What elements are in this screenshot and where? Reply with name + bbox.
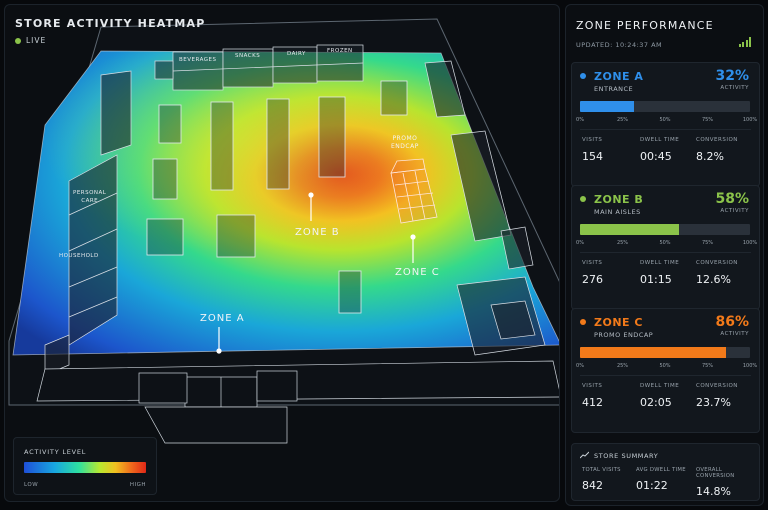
zone-b-subtitle: MAIN AISLES (594, 208, 641, 216)
zone-c-activity-percent: 86% (715, 314, 749, 330)
legend-high-label: HIGH (129, 482, 146, 488)
bar-tick-label: 50% (659, 240, 671, 246)
shelf-label-household: HOUSEHOLD (59, 253, 99, 259)
zone-b-metric-dwell-time: DWELL TIME 01:15 (640, 260, 680, 286)
legend-low-label: LOW (24, 482, 39, 488)
zone-b-activity-bar-fill (580, 224, 679, 235)
zone-a-metric-dwell-time: DWELL TIME 00:45 (640, 137, 680, 163)
signal-strength-icon (738, 37, 751, 47)
live-dot-icon (15, 37, 21, 44)
summary-avg-dwell: AVG DWELL TIME 01:22 (636, 467, 686, 492)
zone-b-card[interactable]: ZONE B MAIN AISLES 58% ACTIVITY 0% 25% 50% 75% 1… (571, 185, 760, 310)
zone-b-activity-label: ACTIVITY (720, 208, 749, 214)
card-divider (580, 252, 751, 253)
zone-b-name: ZONE B (594, 193, 644, 206)
bar-tick-label: 0% (576, 117, 584, 123)
legend-gradient-bar (24, 462, 146, 473)
zone-b-activity-bar (580, 224, 750, 235)
zone-c-name: ZONE C (594, 316, 643, 329)
live-indicator: LIVE (15, 36, 46, 45)
bar-tick-label: 50% (659, 363, 671, 369)
heatmap-title: STORE ACTIVITY HEATMAP (15, 17, 206, 30)
zone-b-metric-visits: VISITS 276 (582, 260, 603, 286)
shelf-label-beverages: BEVERAGES (179, 57, 217, 63)
summary-total-visits: TOTAL VISITS 842 (582, 467, 621, 492)
zone-c-subtitle: PROMO ENDCAP (594, 331, 654, 339)
card-divider (580, 375, 751, 376)
promo-endcap-label: PROMO ENDCAP (391, 135, 419, 150)
zone-a-activity-bar (580, 101, 750, 112)
zone-b-label[interactable]: ZONE B (295, 227, 340, 238)
bar-tick-label: 100% (742, 240, 758, 246)
zone-c-label[interactable]: ZONE C (395, 267, 440, 278)
bar-tick-label: 75% (701, 117, 714, 123)
zone-b-dot-icon (580, 196, 586, 202)
bar-tick-label: 25% (616, 363, 629, 369)
zone-a-label[interactable]: ZONE A (200, 313, 245, 324)
zone-a-activity-bar-fill (580, 101, 635, 112)
zone-c-metric-dwell-time: DWELL TIME 02:05 (640, 383, 680, 409)
bar-tick-label: 50% (659, 117, 671, 123)
zone-performance-panel: ZONE PERFORMANCE UPDATED: 10:24:37 AM ZO… (565, 4, 764, 506)
zone-c-dot-icon (580, 319, 586, 325)
shelf-label-snacks: SNACKS (235, 53, 261, 59)
zone-c-activity-bar-fill (580, 347, 727, 358)
card-divider (580, 129, 751, 130)
zone-c-bar-ticks: 0% 25% 50% 75% 100% (576, 363, 757, 371)
updated-timestamp: UPDATED: 10:24:37 AM (576, 41, 663, 49)
bar-tick-label: 25% (616, 240, 629, 246)
zone-a-card[interactable]: ZONE A ENTRANCE 32% ACTIVITY 0% 25% 50% 75% 100%… (571, 62, 760, 187)
zone-a-activity-label: ACTIVITY (720, 85, 749, 91)
shelf-label-frozen: FROZEN (327, 48, 353, 54)
zone-c-metric-conversion: CONVERSION 23.7% (696, 383, 738, 409)
panel-title: ZONE PERFORMANCE (576, 19, 714, 32)
activity-legend: ACTIVITY LEVEL LOW HIGH (13, 437, 157, 495)
bar-tick-label: 100% (742, 363, 758, 369)
zone-a-bar-ticks: 0% 25% 50% 75% 100% (576, 117, 757, 125)
zone-c-metric-visits: VISITS 412 (582, 383, 603, 409)
zone-a-activity-percent: 32% (715, 68, 749, 84)
zone-a-metric-conversion: CONVERSION 8.2% (696, 137, 738, 163)
zone-c-card[interactable]: ZONE C PROMO ENDCAP 86% ACTIVITY 0% 25% 50% 75%… (571, 308, 760, 433)
legend-title: ACTIVITY LEVEL (24, 448, 87, 456)
bar-tick-label: 100% (742, 117, 758, 123)
bar-tick-label: 75% (701, 240, 714, 246)
bar-tick-label: 75% (701, 363, 714, 369)
bar-tick-label: 0% (576, 363, 584, 369)
zone-a-subtitle: ENTRANCE (594, 85, 634, 93)
bar-tick-label: 0% (576, 240, 584, 246)
heatmap-panel: STORE ACTIVITY HEATMAP LIVE BEVERAGES SN… (4, 4, 560, 502)
zone-b-metric-conversion: CONVERSION 12.6% (696, 260, 738, 286)
bar-tick-label: 25% (616, 117, 629, 123)
store-summary-card: STORE SUMMARY TOTAL VISITS 842 AVG DWELL… (571, 443, 760, 501)
shelf-label-personal-care: PERSONAL CARE (73, 190, 107, 204)
zone-a-name: ZONE A (594, 70, 644, 83)
trend-chart-icon (580, 451, 589, 459)
zone-c-activity-bar (580, 347, 750, 358)
summary-title: STORE SUMMARY (594, 452, 659, 460)
zone-b-activity-percent: 58% (715, 191, 749, 207)
zone-a-dot-icon (580, 73, 586, 79)
live-label: LIVE (26, 36, 47, 45)
zone-c-activity-label: ACTIVITY (720, 331, 749, 337)
zone-a-metric-visits: VISITS 154 (582, 137, 603, 163)
zone-b-bar-ticks: 0% 25% 50% 75% 100% (576, 240, 757, 248)
summary-overall-conversion: OVERALL CONVERSION 14.8% (696, 467, 735, 498)
shelf-label-dairy: DAIRY (287, 51, 306, 57)
